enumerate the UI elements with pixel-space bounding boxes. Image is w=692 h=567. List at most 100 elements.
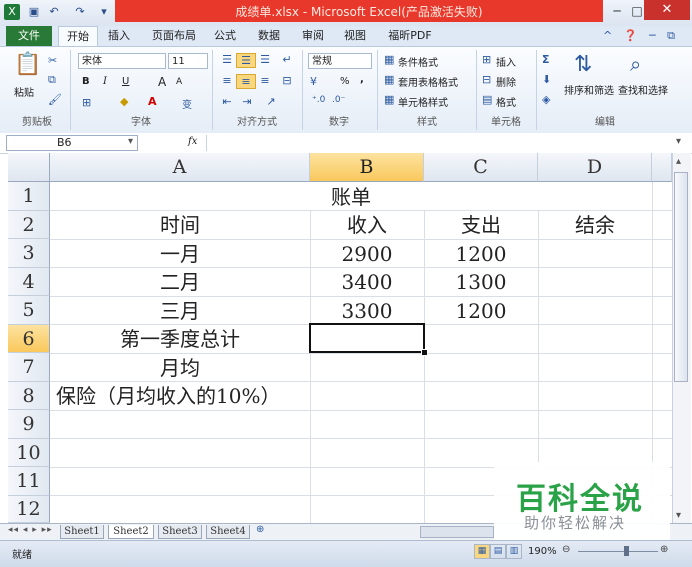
clear-icon[interactable]: ◈ <box>542 93 550 106</box>
orientation-icon[interactable]: ↗ <box>262 95 280 108</box>
font-size-select[interactable]: 11 <box>168 53 208 69</box>
paste-button[interactable]: 粘贴 <box>14 84 34 99</box>
cell-styles-button[interactable]: 单元格样式 <box>398 94 448 109</box>
tab-file[interactable]: 文件 <box>6 26 52 46</box>
expand-formula-icon[interactable]: ▾ <box>676 136 681 147</box>
row-header-6[interactable]: 6 <box>8 324 50 353</box>
customize-quick-access-icon[interactable]: ▾ <box>96 4 112 20</box>
format-cells-icon[interactable]: ▤ <box>482 93 492 106</box>
bold-button[interactable]: B <box>82 76 90 87</box>
row-header-12[interactable]: 12 <box>8 495 50 523</box>
fill-handle[interactable] <box>421 349 428 356</box>
vertical-scroll-thumb[interactable] <box>674 172 688 382</box>
align-middle-icon[interactable]: ☰ <box>236 53 256 68</box>
cell-c2[interactable]: 支出 <box>424 211 538 239</box>
cell-a7[interactable]: 月均 <box>50 354 310 382</box>
shrink-font-button[interactable]: A <box>176 77 182 87</box>
column-header-e[interactable] <box>652 153 672 182</box>
name-box-dropdown-icon[interactable]: ▾ <box>128 136 133 147</box>
align-right-icon[interactable]: ≡ <box>256 74 274 87</box>
autosum-icon[interactable]: Σ <box>542 53 550 66</box>
sheet-nav-arrows[interactable]: ◂◂ ◂ ▸ ▸▸ <box>8 525 53 535</box>
sort-filter-button[interactable]: 排序和筛选 <box>564 82 614 97</box>
phonetic-button[interactable]: 变 <box>182 96 192 111</box>
row-header-11[interactable]: 11 <box>8 467 50 496</box>
cell-b5[interactable]: 3300 <box>310 297 424 325</box>
tab-formulas[interactable]: 公式 <box>208 26 242 46</box>
page-layout-view-icon[interactable]: ▤ <box>490 544 506 559</box>
row-header-4[interactable]: 4 <box>8 267 50 296</box>
column-header-c[interactable]: C <box>424 153 538 182</box>
align-center-icon[interactable]: ≡ <box>236 74 256 89</box>
grow-font-button[interactable]: A <box>158 75 166 89</box>
zoom-level[interactable]: 190% <box>528 546 557 557</box>
accounting-format-icon[interactable]: ¥ <box>310 75 317 88</box>
sort-filter-icon[interactable]: ⇅ <box>574 52 592 77</box>
cell-a5[interactable]: 三月 <box>50 297 310 325</box>
cell-c4[interactable]: 1300 <box>424 268 538 296</box>
row-header-7[interactable]: 7 <box>8 353 50 382</box>
font-name-select[interactable]: 宋体 <box>78 53 166 69</box>
row-header-10[interactable]: 10 <box>8 438 50 467</box>
cell-c3[interactable]: 1200 <box>424 240 538 268</box>
cell-a4[interactable]: 二月 <box>50 268 310 296</box>
cell-c5[interactable]: 1200 <box>424 297 538 325</box>
minimize-button[interactable]: ─ <box>606 2 628 20</box>
increase-indent-icon[interactable]: ⇥ <box>238 95 256 108</box>
insert-cells-button[interactable]: 插入 <box>496 54 516 69</box>
cell-b3[interactable]: 2900 <box>310 240 424 268</box>
tab-home[interactable]: 开始 <box>58 26 98 47</box>
row-header-8[interactable]: 8 <box>8 381 50 410</box>
sheet-tab-3[interactable]: Sheet3 <box>158 525 202 539</box>
merge-center-icon[interactable]: ⊟ <box>278 74 296 87</box>
find-select-icon[interactable]: ⌕ <box>630 52 641 76</box>
ribbon-window-controls[interactable]: ^ ❓ ─ ⧉ ✕ <box>596 26 686 62</box>
tab-insert[interactable]: 插入 <box>102 26 136 46</box>
select-all-button[interactable] <box>8 153 50 182</box>
decrease-indent-icon[interactable]: ⇤ <box>218 95 236 108</box>
fill-color-icon[interactable]: ◆ <box>120 95 128 108</box>
conditional-format-button[interactable]: 条件格式 <box>398 54 438 69</box>
comma-button[interactable]: , <box>360 74 364 85</box>
column-header-d[interactable]: D <box>538 153 652 182</box>
row-header-9[interactable]: 9 <box>8 410 50 439</box>
row-header-5[interactable]: 5 <box>8 296 50 325</box>
name-box[interactable]: B6 <box>6 135 138 151</box>
scroll-up-icon[interactable]: ▴ <box>676 156 681 167</box>
borders-icon[interactable]: ⊞ <box>82 96 91 109</box>
new-sheet-icon[interactable]: ⊕ <box>256 524 264 535</box>
insert-cells-icon[interactable]: ⊞ <box>482 53 491 66</box>
active-cell-b6[interactable] <box>309 323 425 353</box>
zoom-out-icon[interactable]: ⊖ <box>562 544 570 555</box>
paste-icon[interactable]: 📋 <box>14 52 41 80</box>
scroll-down-icon[interactable]: ▾ <box>676 510 681 521</box>
align-bottom-icon[interactable]: ☰ <box>256 53 274 66</box>
sheet-tab-4[interactable]: Sheet4 <box>206 525 250 539</box>
column-header-b[interactable]: B <box>310 153 424 182</box>
sheet-tab-1[interactable]: Sheet1 <box>60 525 104 539</box>
tab-view[interactable]: 视图 <box>338 26 372 46</box>
cell-a1-merged-title[interactable]: 账单 <box>50 183 652 211</box>
cell-b4[interactable]: 3400 <box>310 268 424 296</box>
sheet-tab-2[interactable]: Sheet2 <box>108 525 154 539</box>
cell-a8[interactable]: 保险（月均收入的10%） <box>56 382 304 410</box>
tab-page-layout[interactable]: 页面布局 <box>146 26 202 46</box>
tab-review[interactable]: 审阅 <box>296 26 330 46</box>
copy-icon[interactable]: ⧉ <box>48 73 56 87</box>
wrap-text-icon[interactable]: ↵ <box>278 53 296 66</box>
row-header-1[interactable]: 1 <box>8 182 50 211</box>
font-color-icon[interactable]: A <box>148 95 157 108</box>
row-header-3[interactable]: 3 <box>8 239 50 268</box>
cut-icon[interactable]: ✂ <box>48 54 57 67</box>
format-painter-icon[interactable]: 🖌 <box>48 93 62 106</box>
redo-icon[interactable]: ↷ <box>72 4 88 20</box>
increase-decimal-icon[interactable]: ⁺.0 <box>312 95 325 105</box>
normal-view-icon[interactable]: ▦ <box>474 544 490 559</box>
close-button[interactable]: ✕ <box>644 0 690 20</box>
underline-button[interactable]: U <box>122 76 129 87</box>
page-break-view-icon[interactable]: ▥ <box>506 544 522 559</box>
format-table-icon[interactable]: ▦ <box>384 73 394 86</box>
row-header-2[interactable]: 2 <box>8 210 50 239</box>
delete-cells-icon[interactable]: ⊟ <box>482 73 491 86</box>
cell-a6[interactable]: 第一季度总计 <box>50 325 310 353</box>
